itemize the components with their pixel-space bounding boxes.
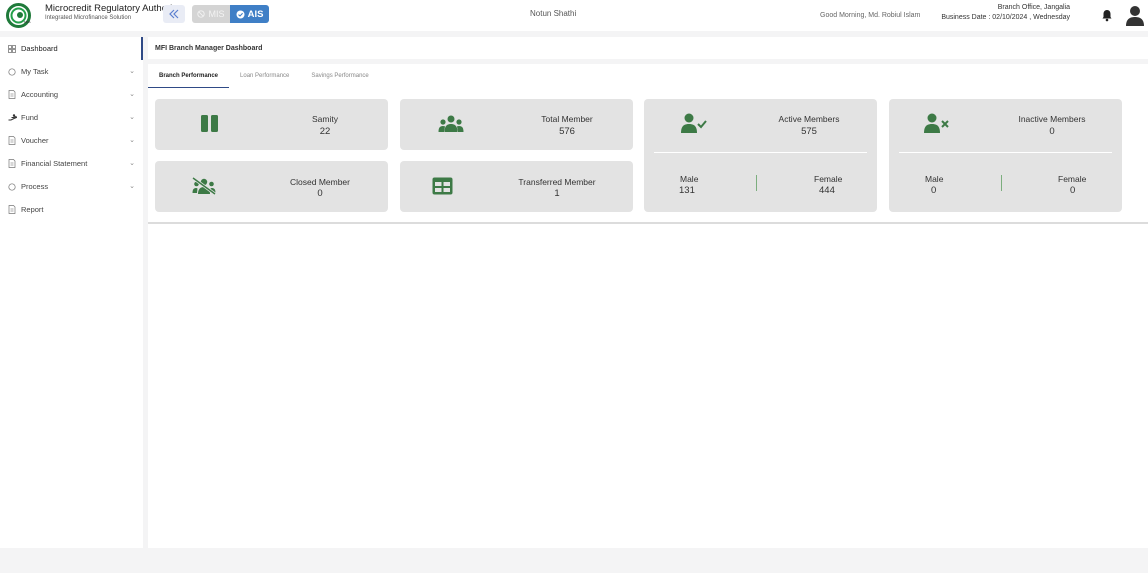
- sidebar-item-label: My Task: [21, 67, 49, 76]
- hand-money-icon: [7, 113, 17, 123]
- mis-label: MIS: [208, 9, 225, 19]
- samity-label: Samity: [312, 114, 338, 124]
- document-icon: [7, 159, 17, 169]
- active-male-label: Male: [680, 174, 699, 184]
- chevron-down-icon: ⌄: [129, 91, 135, 98]
- sidebar-item-label: Dashboard: [21, 44, 58, 53]
- panel-divider: [148, 222, 1148, 224]
- active-male-value: 131: [679, 185, 695, 196]
- brand: Microcredit Regulatory Authority Integra…: [45, 3, 180, 22]
- active-members-label: Active Members: [778, 114, 840, 124]
- transferred-member-value: 1: [554, 188, 560, 199]
- dashboard-panel: Samity 22 Total Member 576 Active Member…: [148, 88, 1148, 548]
- circle-icon: [7, 67, 17, 77]
- org-subtitle: Integrated Microfinance Solution: [45, 15, 132, 21]
- user-avatar-icon[interactable]: [1124, 4, 1146, 26]
- inactive-female-label: Female: [1058, 174, 1087, 184]
- tab-branch-performance[interactable]: Branch Performance: [148, 64, 230, 88]
- card-divider-vertical: [1001, 175, 1002, 191]
- sidebar-item-fund[interactable]: Fund ⌄: [0, 106, 143, 129]
- inactive-female-value: 0: [1070, 185, 1076, 196]
- sidebar-item-financial-statement[interactable]: Financial Statement ⌄: [0, 152, 143, 175]
- active-members-value: 575: [801, 126, 817, 137]
- collapse-sidebar-button[interactable]: [163, 5, 185, 23]
- sidebar-item-label: Report: [21, 205, 44, 214]
- inactive-members-value: 0: [1049, 126, 1055, 137]
- grid-icon: [7, 44, 17, 54]
- chevron-down-icon: ⌄: [129, 68, 135, 75]
- samity-value: 22: [319, 126, 331, 137]
- sidebar-item-label: Accounting: [21, 90, 59, 99]
- sidebar-item-label: Fund: [21, 113, 39, 122]
- card-divider: [654, 152, 867, 153]
- check-circle-icon: [236, 10, 245, 18]
- active-female-label: Female: [814, 174, 843, 184]
- chevron-down-icon: ⌄: [129, 183, 135, 190]
- notification-bell-icon[interactable]: [1101, 8, 1113, 22]
- total-member-label: Total Member: [541, 114, 593, 124]
- users-group-icon: [438, 115, 464, 132]
- inactive-male-label: Male: [925, 174, 944, 184]
- tab-savings-performance[interactable]: Savings Performance: [300, 64, 379, 88]
- svg-text:MRA: MRA: [24, 20, 31, 24]
- table-icon: [432, 177, 453, 195]
- document-icon: [7, 90, 17, 100]
- document-icon: [7, 136, 17, 146]
- sidebar-item-label: Voucher: [21, 136, 49, 145]
- user-remove-icon: [924, 113, 949, 133]
- circle-icon: [7, 182, 17, 192]
- mra-logo: MRA: [6, 3, 31, 28]
- branch-office: Branch Office, Jangalia: [997, 4, 1070, 11]
- closed-member-label: Closed Member: [290, 177, 350, 187]
- chevron-down-icon: ⌄: [129, 160, 135, 167]
- pause-icon: [201, 115, 218, 132]
- sidebar: Dashboard My Task ⌄ Accounting ⌄ Fund ⌄ …: [0, 37, 143, 548]
- blocked-icon: [197, 10, 206, 18]
- inactive-members-card: Inactive Members 0 Male 0 Female 0: [889, 99, 1122, 212]
- document-icon: [7, 205, 17, 215]
- business-date: Business Date : 02/10/2024 , Wednesday: [941, 14, 1070, 21]
- closed-member-card: Closed Member 0: [155, 161, 388, 212]
- page-title: MFI Branch Manager Dashboard: [148, 37, 1148, 59]
- closed-member-value: 0: [317, 188, 323, 199]
- transferred-member-label: Transferred Member: [518, 177, 596, 187]
- greeting-text: Good Morning, Md. Robiul Islam: [820, 12, 921, 19]
- active-members-card: Active Members 575 Male 131 Female 444: [644, 99, 877, 212]
- org-name: Microcredit Regulatory Authority: [45, 3, 180, 14]
- organization-title: Notun Shathi: [530, 9, 577, 18]
- sidebar-item-report[interactable]: Report: [0, 198, 143, 221]
- mis-toggle-button[interactable]: MIS: [192, 5, 230, 23]
- active-female-value: 444: [819, 185, 835, 196]
- ais-toggle-button[interactable]: AIS: [230, 5, 269, 23]
- top-header: MRA Microcredit Regulatory Authority Int…: [0, 0, 1148, 31]
- inactive-members-label: Inactive Members: [1018, 114, 1086, 124]
- sidebar-item-accounting[interactable]: Accounting ⌄: [0, 83, 143, 106]
- sidebar-item-dashboard[interactable]: Dashboard: [0, 37, 143, 60]
- user-check-icon: [681, 113, 707, 133]
- sidebar-item-my-task[interactable]: My Task ⌄: [0, 60, 143, 83]
- transferred-member-card: Transferred Member 1: [400, 161, 633, 212]
- chevron-down-icon: ⌄: [129, 114, 135, 121]
- sidebar-item-label: Process: [21, 182, 49, 191]
- sidebar-item-label: Financial Statement: [21, 159, 88, 168]
- branch-info: Branch Office, Jangalia Business Date : …: [941, 3, 1070, 23]
- double-chevron-left-icon: [169, 9, 179, 19]
- card-divider-vertical: [756, 175, 757, 191]
- tab-loan-performance[interactable]: Loan Performance: [229, 64, 300, 88]
- samity-card: Samity 22: [155, 99, 388, 150]
- total-member-value: 576: [559, 126, 575, 137]
- ais-label: AIS: [247, 8, 264, 20]
- tab-bar: Branch Performance Loan Performance Savi…: [148, 64, 1148, 88]
- total-member-card: Total Member 576: [400, 99, 633, 150]
- sidebar-item-process[interactable]: Process ⌄: [0, 175, 143, 198]
- inactive-male-value: 0: [931, 185, 937, 196]
- footer: [0, 548, 1148, 573]
- card-divider: [899, 152, 1112, 153]
- users-slash-icon: [192, 177, 216, 195]
- chevron-down-icon: ⌄: [129, 137, 135, 144]
- sidebar-item-voucher[interactable]: Voucher ⌄: [0, 129, 143, 152]
